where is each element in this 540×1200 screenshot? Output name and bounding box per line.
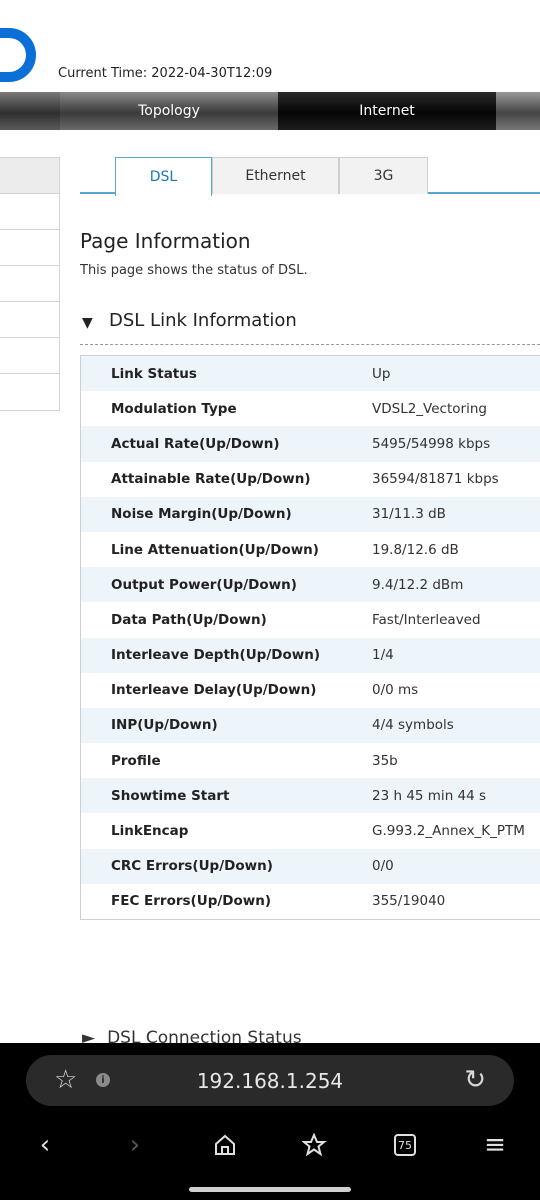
table-row: INP(Up/Down) 4/4 symbols [81,707,540,744]
browser-bottom-nav: ‹ › 75 ≡ [0,1123,540,1167]
tab-3g[interactable]: 3G [339,157,428,194]
tab-ethernet[interactable]: Ethernet [212,157,339,194]
section-title: DSL Link Information [109,310,297,331]
row-value: 5495/54998 kbps [372,435,491,452]
row-label: Line Attenuation(Up/Down) [111,541,319,558]
url-text[interactable]: 192.168.1.254 [26,1069,514,1093]
row-label: Modulation Type [111,400,237,417]
dsl-link-table: Link Status Up Modulation Type VDSL2_Vector… [80,355,540,920]
row-value: 35b [372,752,398,769]
back-icon[interactable]: ‹ [15,1123,75,1167]
section-header-dsl-link[interactable]: ▼ DSL Link Information [80,310,540,345]
row-value: 4/4 symbols [372,717,454,734]
browser-chrome: ☆ i 192.168.1.254 ↻ ‹ › 75 ≡ [0,1043,540,1200]
row-value: 1/4 [372,647,394,664]
sidebar-item[interactable] [0,230,59,266]
row-label: Noise Margin(Up/Down) [111,506,292,523]
row-value: G.993.2_Annex_K_PTM [372,823,525,840]
address-bar[interactable]: ☆ i 192.168.1.254 ↻ [26,1055,514,1106]
row-label: Showtime Start [111,787,230,804]
table-row: Interleave Delay(Up/Down) 0/0 ms [81,672,540,708]
row-value: 19.8/12.6 dB [372,541,459,558]
nav-item-internet[interactable]: Internet [278,92,496,130]
row-label: Output Power(Up/Down) [111,576,297,593]
sidebar-item[interactable] [0,374,59,410]
row-label: Link Status [111,365,197,382]
sidebar-item[interactable] [0,266,59,302]
main-nav: Topology Internet [0,92,540,130]
row-label: Interleave Delay(Up/Down) [111,682,317,699]
table-row: Actual Rate(Up/Down) 5495/54998 kbps [81,426,540,462]
page-description: This page shows the status of DSL. [80,263,308,278]
table-row: Interleave Depth(Up/Down) 1/4 [81,637,540,673]
row-value: 31/11.3 dB [372,506,446,523]
current-time: Current Time: 2022-04-30T12:09 [58,66,273,81]
row-value: 0/0 ms [372,682,419,699]
row-value: VDSL2_Vectoring [372,400,487,417]
reload-icon[interactable]: ↻ [464,1066,486,1094]
tabs-count: 75 [394,1134,416,1156]
row-label: Data Path(Up/Down) [111,611,267,628]
bookmarks-icon[interactable] [285,1123,345,1167]
sidebar-item[interactable] [0,194,59,230]
sidebar [0,157,60,411]
sub-tabs: DSL Ethernet 3G [80,157,540,196]
page-title: Page Information [80,229,251,253]
table-row: Attainable Rate(Up/Down) 36594/81871 kbps [81,461,540,497]
row-label: Actual Rate(Up/Down) [111,435,280,452]
row-label: Attainable Rate(Up/Down) [111,471,311,488]
row-label: LinkEncap [111,823,189,840]
brand-logo [0,28,36,82]
gesture-home-bar [189,1187,351,1192]
row-value: 23 h 45 min 44 s [372,787,487,804]
forward-icon[interactable]: › [105,1123,165,1167]
table-row: Profile 35b [81,743,540,779]
row-label: CRC Errors(Up/Down) [111,858,273,875]
nav-item-hidden-right[interactable] [496,92,540,130]
table-row: Showtime Start 23 h 45 min 44 s [81,778,540,814]
row-label: FEC Errors(Up/Down) [111,893,272,910]
table-row: Line Attenuation(Up/Down) 19.8/12.6 dB [81,531,540,568]
tab-dsl[interactable]: DSL [115,157,212,196]
nav-item-hidden-left[interactable] [0,92,60,130]
table-row: Link Status Up [81,356,540,392]
table-row: LinkEncap G.993.2_Annex_K_PTM [81,813,540,849]
sidebar-item[interactable] [0,338,59,374]
collapse-triangle-icon: ▼ [82,315,93,331]
row-value: Fast/Interleaved [372,611,481,628]
table-row: Modulation Type VDSL2_Vectoring [81,391,540,427]
row-value: 0/0 [372,858,394,875]
row-value: 36594/81871 kbps [372,471,499,488]
row-value: 355/19040 [372,893,446,910]
table-row: CRC Errors(Up/Down) 0/0 [81,848,540,884]
row-label: Interleave Depth(Up/Down) [111,647,320,664]
menu-icon[interactable]: ≡ [465,1123,525,1167]
table-row: Data Path(Up/Down) Fast/Interleaved [81,602,540,638]
table-row: Output Power(Up/Down) 9.4/12.2 dBm [81,567,540,603]
row-value: Up [372,365,391,382]
home-icon[interactable] [195,1123,255,1167]
row-label: INP(Up/Down) [111,717,218,734]
sidebar-item[interactable] [0,302,59,338]
row-value: 9.4/12.2 dBm [372,576,464,593]
table-row: FEC Errors(Up/Down) 355/19040 [81,883,540,919]
tabs-icon[interactable]: 75 [375,1123,435,1167]
table-row: Noise Margin(Up/Down) 31/11.3 dB [81,496,540,532]
row-label: Profile [111,752,161,769]
nav-item-topology[interactable]: Topology [60,92,278,130]
sidebar-header [0,158,59,194]
